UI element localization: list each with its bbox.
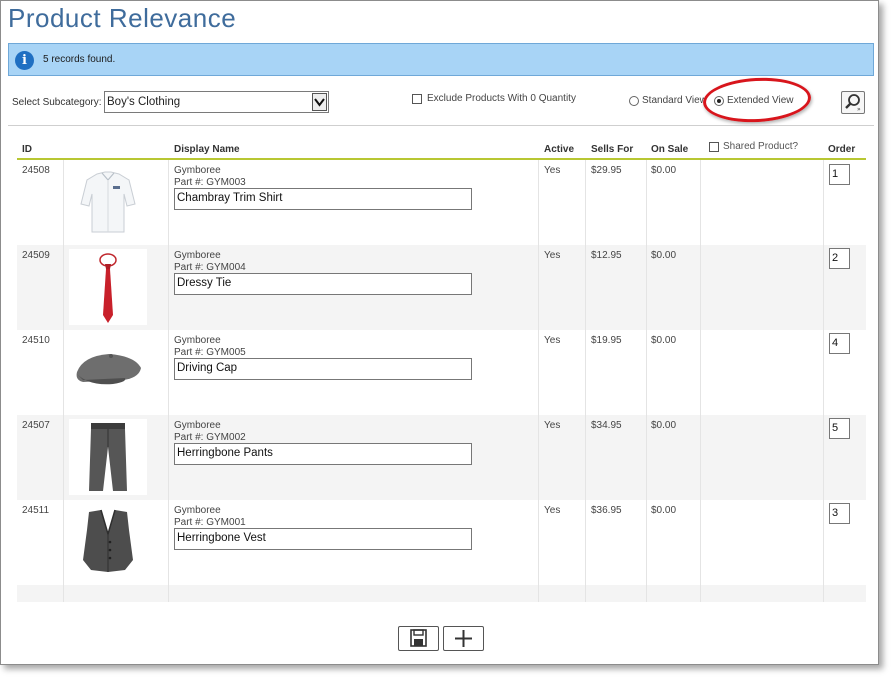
- page-title: Product Relevance: [8, 3, 237, 33]
- row-active: Yes: [544, 250, 561, 261]
- order-input[interactable]: 1: [829, 164, 850, 185]
- product-image-shirt: [69, 164, 147, 240]
- add-button[interactable]: [443, 626, 484, 651]
- window-frame: Product Relevance i 5 records found. Sel…: [0, 0, 879, 665]
- table-row: 24509 Gymboree Part #: GYM004 Dressy Tie…: [17, 245, 866, 330]
- column-separator: [538, 160, 539, 602]
- col-header-shared: Shared Product?: [723, 141, 799, 152]
- display-name-input[interactable]: Herringbone Pants: [174, 443, 472, 465]
- product-image-tie: [69, 249, 147, 325]
- row-part-number: Part #: GYM005: [174, 347, 246, 358]
- row-id: 24508: [22, 165, 50, 176]
- display-name-input[interactable]: Chambray Trim Shirt: [174, 188, 472, 210]
- chevron-down-icon[interactable]: [312, 93, 327, 111]
- row-brand: Gymboree: [174, 420, 221, 431]
- order-input[interactable]: 2: [829, 248, 850, 269]
- row-id: 24507: [22, 420, 50, 431]
- info-banner: i 5 records found.: [8, 43, 874, 76]
- standard-view-radio[interactable]: [629, 96, 639, 106]
- row-on-sale: $0.00: [651, 250, 677, 261]
- row-on-sale: $0.00: [651, 505, 677, 516]
- floppy-disk-icon: [410, 629, 427, 647]
- row-id: 24509: [22, 250, 50, 261]
- table-row: 24508 Gymboree Part #: GYM003 Chambray T…: [17, 160, 866, 245]
- info-icon: i: [15, 51, 34, 70]
- display-name-input[interactable]: Driving Cap: [174, 358, 472, 380]
- row-brand: Gymboree: [174, 335, 221, 346]
- row-brand: Gymboree: [174, 250, 221, 261]
- column-separator: [646, 160, 647, 602]
- order-input[interactable]: 5: [829, 418, 850, 439]
- row-id: 24510: [22, 335, 50, 346]
- save-button[interactable]: [398, 626, 439, 651]
- product-image-vest: [69, 504, 147, 580]
- subcategory-value: Boy's Clothing: [107, 96, 181, 108]
- row-active: Yes: [544, 165, 561, 176]
- row-sells-for: $12.95: [591, 250, 622, 261]
- standard-view-label: Standard View: [642, 95, 707, 106]
- search-icon: »: [845, 94, 861, 113]
- table-row-empty: [17, 585, 866, 602]
- col-header-sells-for: Sells For: [591, 144, 634, 155]
- row-part-number: Part #: GYM001: [174, 517, 246, 528]
- table-row: 24511 Gymboree Part #: GYM001 Herringbon…: [17, 500, 866, 585]
- column-separator: [585, 160, 586, 602]
- col-header-order: Order: [828, 144, 856, 155]
- row-on-sale: $0.00: [651, 335, 677, 346]
- row-active: Yes: [544, 420, 561, 431]
- records-found-message: 5 records found.: [43, 54, 116, 65]
- column-separator: [823, 160, 824, 602]
- row-brand: Gymboree: [174, 505, 221, 516]
- plus-icon: [455, 630, 472, 647]
- svg-text:»: »: [857, 106, 861, 113]
- row-part-number: Part #: GYM003: [174, 177, 246, 188]
- row-sells-for: $34.95: [591, 420, 622, 431]
- row-active: Yes: [544, 335, 561, 346]
- display-name-input[interactable]: Dressy Tie: [174, 273, 472, 295]
- row-on-sale: $0.00: [651, 165, 677, 176]
- table-row: 24507 Gymboree Part #: GYM002 Herringbon…: [17, 415, 866, 500]
- row-part-number: Part #: GYM002: [174, 432, 246, 443]
- col-header-on-sale: On Sale: [651, 144, 689, 155]
- shared-product-checkbox[interactable]: [709, 142, 719, 152]
- col-header-id: ID: [22, 144, 32, 155]
- col-header-active: Active: [544, 144, 575, 155]
- subcategory-label: Select Subcategory:: [12, 97, 102, 108]
- column-separator: [168, 160, 169, 602]
- product-image-pants: [69, 419, 147, 495]
- column-separator: [63, 160, 64, 602]
- table-row: 24510 Gymboree Part #: GYM005 Driving Ca…: [17, 330, 866, 415]
- row-on-sale: $0.00: [651, 420, 677, 431]
- row-sells-for: $29.95: [591, 165, 622, 176]
- row-sells-for: $19.95: [591, 335, 622, 346]
- row-part-number: Part #: GYM004: [174, 262, 246, 273]
- display-name-input[interactable]: Herringbone Vest: [174, 528, 472, 550]
- row-brand: Gymboree: [174, 165, 221, 176]
- highlight-annotation-circle: [701, 75, 813, 125]
- subcategory-select[interactable]: Boy's Clothing: [104, 91, 329, 113]
- row-id: 24511: [22, 505, 50, 516]
- search-button[interactable]: »: [841, 91, 865, 114]
- filter-divider: [8, 125, 874, 126]
- exclude-zero-quantity-label: Exclude Products With 0 Quantity: [427, 93, 576, 104]
- col-header-display-name: Display Name: [174, 144, 240, 155]
- product-image-cap: [69, 334, 147, 410]
- column-separator: [700, 160, 701, 602]
- order-input[interactable]: 3: [829, 503, 850, 524]
- row-sells-for: $36.95: [591, 505, 622, 516]
- exclude-zero-quantity-checkbox[interactable]: [412, 94, 422, 104]
- row-active: Yes: [544, 505, 561, 516]
- order-input[interactable]: 4: [829, 333, 850, 354]
